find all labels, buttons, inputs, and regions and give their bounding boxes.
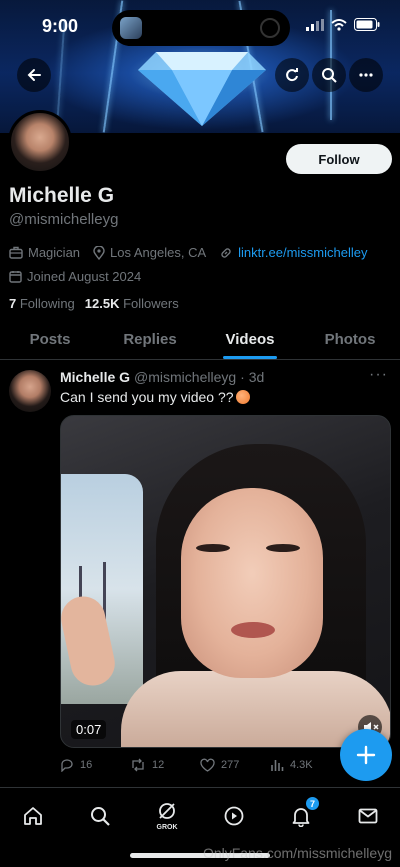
post-age: · 3d: [240, 369, 265, 385]
joined-row: Joined August 2024: [9, 269, 141, 284]
more-options-button[interactable]: [349, 58, 383, 92]
camera-icon: [260, 18, 280, 38]
post-author-handle[interactable]: @mismichelleyg: [134, 369, 236, 385]
reply-count: 16: [80, 759, 93, 771]
compose-button[interactable]: [340, 729, 392, 781]
like-count: 277: [221, 759, 240, 771]
watermark-text: OnlyFans.com/missmichelleyg: [202, 845, 392, 861]
tab-replies[interactable]: Replies: [100, 322, 200, 359]
like-button[interactable]: 277: [200, 758, 270, 772]
grok-label: GROK: [156, 824, 178, 831]
live-activity-thumbnail: [120, 17, 142, 39]
home-icon: [24, 807, 42, 825]
views-count: 4.3K: [290, 759, 313, 771]
nav-notifications[interactable]: 7: [285, 796, 320, 832]
profile-meta-row: Magician Los Angeles, CA linktr.ee/missm…: [9, 245, 367, 260]
refresh-button[interactable]: [275, 58, 309, 92]
reply-icon: [61, 759, 73, 772]
post-video[interactable]: 0:07: [60, 415, 391, 748]
post-text: Can I send you my video ??: [60, 389, 250, 405]
follow-stats: 7 Following 12.5K Followers: [9, 296, 179, 311]
followers-label: Followers: [123, 296, 179, 311]
wifi-icon: [331, 18, 347, 31]
search-icon: [322, 68, 337, 83]
tab-videos[interactable]: Videos: [200, 322, 300, 359]
notifications-badge: 7: [305, 796, 320, 811]
back-button[interactable]: [17, 58, 51, 92]
views-icon: [271, 760, 284, 771]
tab-photos[interactable]: Photos: [300, 322, 400, 359]
follow-button[interactable]: Follow: [286, 144, 392, 174]
repost-button[interactable]: 12: [130, 758, 200, 772]
compose-plus-icon: [356, 745, 376, 765]
nav-search[interactable]: [84, 800, 116, 832]
nav-grok[interactable]: GROK: [151, 800, 183, 832]
post-text-content: Can I send you my video ??: [60, 389, 234, 405]
post-author-name[interactable]: Michelle G: [60, 369, 130, 385]
diamond-graphic: [138, 52, 266, 126]
video-play-icon: [224, 806, 244, 826]
more-icon: [359, 73, 373, 77]
location-text: Los Angeles, CA: [110, 245, 207, 260]
post-actions: 16 12 277 4.3K: [60, 758, 380, 772]
post-author-avatar[interactable]: [9, 370, 51, 412]
post-header: Michelle G @mismichelleyg · 3d: [60, 369, 264, 385]
status-time: 9:00: [42, 16, 79, 36]
profile-name: Michelle G: [9, 184, 115, 207]
following-stat[interactable]: 7 Following: [9, 296, 75, 311]
calendar-icon: [9, 271, 22, 283]
repost-count: 12: [152, 759, 165, 771]
like-icon: [200, 758, 215, 772]
joined-text: Joined August 2024: [27, 269, 142, 284]
link-icon: [221, 247, 231, 258]
followers-count: 12.5K: [84, 296, 120, 311]
video-subject-face: [181, 488, 323, 678]
search-icon: [91, 807, 110, 826]
search-button[interactable]: [312, 58, 346, 92]
briefcase-icon: [9, 246, 23, 259]
peach-emoji-icon: [235, 390, 250, 404]
battery-icon: [354, 18, 380, 31]
dynamic-island: [112, 10, 290, 46]
repost-icon: [132, 758, 144, 772]
post-more-icon[interactable]: ···: [369, 366, 388, 384]
profession-text: Magician: [28, 245, 81, 260]
profile-avatar[interactable]: [8, 110, 72, 174]
refresh-icon: [286, 68, 298, 82]
profile-tabs: Posts Replies Videos Photos: [0, 322, 400, 360]
grok-icon: [159, 803, 175, 819]
location-pin-icon: [93, 245, 105, 260]
following-label: Following: [19, 296, 75, 311]
nav-messages[interactable]: [352, 800, 384, 832]
nav-video[interactable]: [218, 800, 250, 832]
mail-icon: [358, 808, 378, 824]
nav-home[interactable]: [17, 800, 49, 832]
video-duration: 0:07: [71, 720, 107, 739]
followers-stat[interactable]: 12.5K Followers: [85, 296, 179, 311]
views-button[interactable]: 4.3K: [270, 758, 340, 772]
back-arrow-icon: [27, 69, 41, 81]
status-bar: 9:00: [0, 0, 400, 50]
system-indicators: [306, 18, 380, 31]
following-count: 7: [9, 296, 17, 311]
signal-icon: [306, 18, 324, 31]
profile-handle: @mismichelleyg: [9, 211, 119, 228]
profile-link[interactable]: linktr.ee/missmichelley: [238, 245, 367, 260]
reply-button[interactable]: 16: [60, 758, 130, 772]
tab-posts[interactable]: Posts: [0, 322, 100, 359]
